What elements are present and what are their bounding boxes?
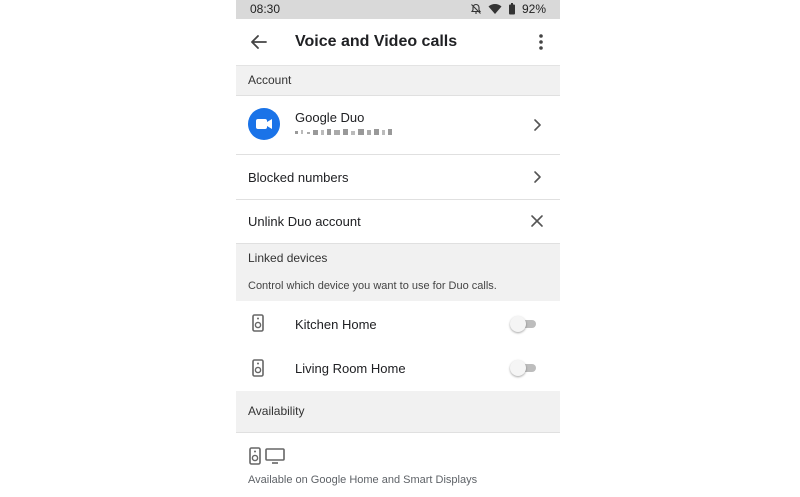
- duo-title: Google Duo: [295, 110, 365, 125]
- toggle-knob: [510, 360, 526, 376]
- back-arrow-icon[interactable]: [248, 31, 270, 53]
- unlink-duo-row[interactable]: Unlink Duo account: [236, 200, 560, 243]
- blocked-numbers-label: Blocked numbers: [248, 170, 349, 185]
- living-room-home-toggle[interactable]: [510, 360, 538, 376]
- account-header-label: Account: [248, 73, 292, 87]
- app-bar: Voice and Video calls: [236, 19, 560, 66]
- speaker-icon: [252, 314, 264, 332]
- device-row-living-room-home[interactable]: Living Room Home: [236, 346, 560, 390]
- availability-text: Available on Google Home and Smart Displ…: [248, 474, 478, 486]
- unlink-duo-label: Unlink Duo account: [248, 214, 361, 229]
- availability-header-label: Availability: [248, 404, 305, 418]
- display-icon: [265, 448, 285, 464]
- linked-devices-description: Control which device you want to use for…: [248, 280, 497, 292]
- bell-off-icon: [470, 3, 481, 14]
- duo-video-icon: [248, 108, 280, 140]
- more-vert-icon[interactable]: [534, 31, 548, 53]
- linked-devices-header: Linked devices Control which device you …: [236, 244, 560, 301]
- availability-header: Availability: [236, 391, 560, 432]
- battery-icon: [508, 3, 515, 15]
- speaker-icon: [252, 359, 264, 377]
- duo-account-redacted: [295, 128, 395, 138]
- wifi-icon: [488, 4, 502, 15]
- status-bar: 08:30 92%: [236, 0, 560, 19]
- device-row-kitchen-home[interactable]: Kitchen Home: [236, 302, 560, 346]
- google-duo-row[interactable]: Google Duo: [236, 96, 560, 154]
- kitchen-home-toggle[interactable]: [510, 316, 538, 332]
- availability-row: Available on Google Home and Smart Displ…: [236, 433, 560, 497]
- speaker-icon: [249, 447, 261, 465]
- account-header: Account: [236, 66, 560, 95]
- status-icons: 92%: [470, 2, 546, 16]
- linked-devices-header-label: Linked devices: [248, 251, 328, 265]
- close-icon[interactable]: [530, 214, 544, 228]
- chevron-right-icon: [534, 171, 541, 183]
- toggle-knob: [510, 316, 526, 332]
- battery-percent: 92%: [521, 2, 546, 16]
- redacted-text: [295, 129, 392, 135]
- page-title: Voice and Video calls: [295, 33, 458, 50]
- blocked-numbers-row[interactable]: Blocked numbers: [236, 155, 560, 199]
- device-name: Living Room Home: [295, 361, 406, 376]
- chevron-right-icon: [534, 119, 541, 131]
- phone-screen: 08:30 92% Voice and Video calls Account …: [236, 0, 560, 497]
- device-name: Kitchen Home: [295, 317, 377, 332]
- status-time: 08:30: [250, 2, 281, 16]
